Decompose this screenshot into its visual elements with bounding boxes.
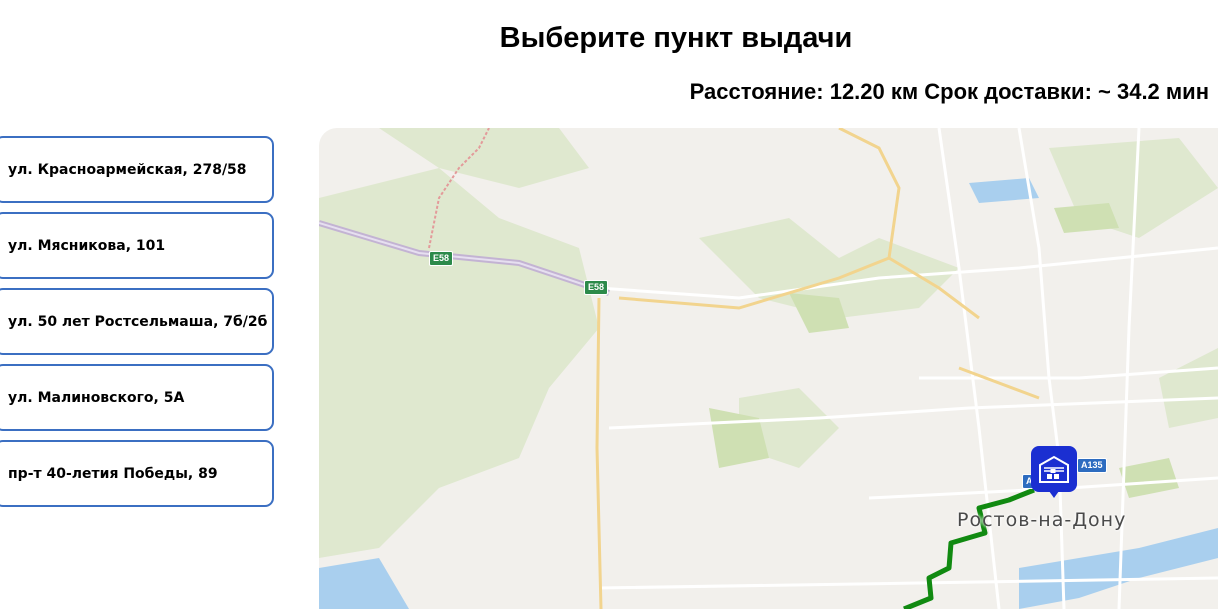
page-title: Выберите пункт выдачи (499, 22, 853, 54)
warehouse-icon (1039, 455, 1069, 483)
map-view[interactable]: E58 E58 A135 A Ростов-на-Дону (319, 128, 1218, 609)
pickup-point-item[interactable]: ул. Малиновского, 5А (0, 364, 274, 431)
pickup-point-item[interactable]: пр-т 40-летия Победы, 89 (0, 440, 274, 507)
map-greenery (319, 128, 1218, 558)
pickup-point-item[interactable]: ул. 50 лет Ростсельмаша, 7б/2б (0, 288, 274, 355)
pickup-point-list: ул. Красноармейская, 278/58 ул. Мясников… (0, 136, 274, 516)
pickup-point-item[interactable]: ул. Красноармейская, 278/58 (0, 136, 274, 203)
delivery-route (903, 487, 1035, 609)
city-label: Ростов-на-Дону (957, 509, 1127, 531)
delivery-info: Расстояние: 12.20 км Срок доставки: ~ 34… (689, 79, 1209, 104)
pickup-point-item[interactable]: ул. Мясникова, 101 (0, 212, 274, 279)
map-canvas (319, 128, 1218, 609)
road-badge: A135 (1077, 458, 1107, 473)
pickup-marker[interactable] (1031, 446, 1077, 498)
road-badge: E58 (429, 251, 454, 266)
road-badge: E58 (584, 280, 609, 295)
